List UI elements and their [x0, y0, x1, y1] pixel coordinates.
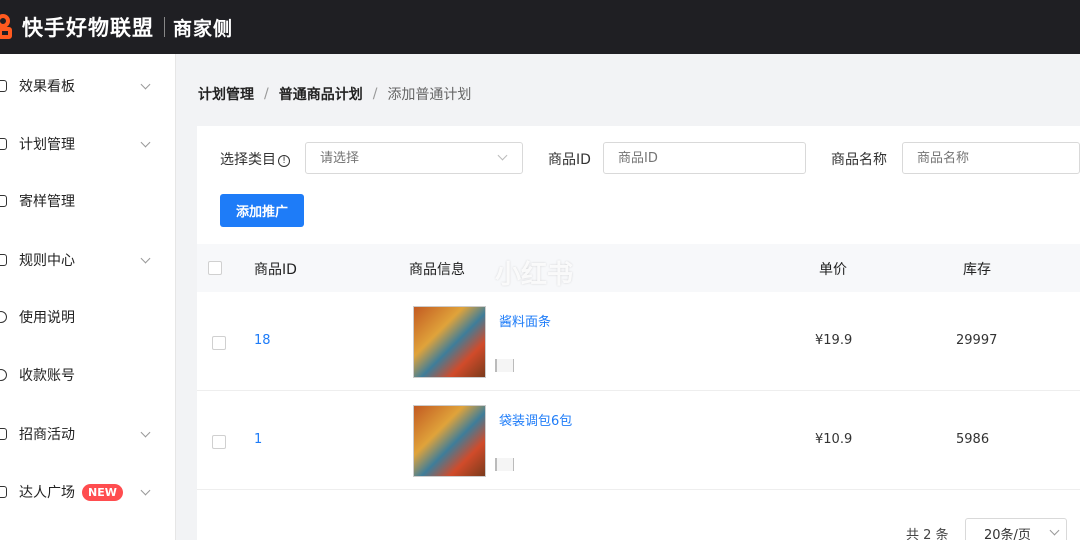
rules-icon — [0, 254, 7, 266]
sidebar-item-samples[interactable]: 寄样管理 — [0, 181, 176, 221]
breadcrumb-current: 添加普通计划 — [387, 87, 472, 103]
category-select[interactable] — [305, 142, 523, 174]
product-name-label: 商品名称 — [831, 152, 887, 168]
table-row: 1 袋装调包6包 ¥10.9 5986 — [197, 392, 1080, 490]
column-header-price: 单价 — [819, 262, 847, 278]
sidebar-item-help[interactable]: 使用说明 — [0, 297, 176, 337]
column-header-stock: 库存 — [963, 262, 991, 278]
breadcrumb-separator: / — [264, 86, 269, 102]
column-header-product-info: 商品信息 — [409, 262, 465, 278]
plan-icon — [0, 138, 7, 150]
product-price: ¥19.9 — [815, 333, 853, 348]
chevron-down-icon — [140, 485, 151, 495]
chevron-down-icon — [140, 79, 151, 89]
product-stock: 29997 — [956, 333, 998, 348]
sidebar-item-account[interactable]: 收款账号 — [0, 355, 176, 395]
column-header-product-id: 商品ID — [254, 262, 297, 278]
sidebar-item-dashboard[interactable]: 效果看板 — [0, 66, 176, 106]
info-icon[interactable]: ! — [278, 155, 290, 167]
sidebar-item-label: 效果看板 — [19, 79, 75, 95]
breadcrumb-plan-management[interactable]: 计划管理 — [198, 84, 254, 104]
help-icon — [0, 311, 7, 323]
product-thumbnail[interactable] — [413, 405, 486, 477]
product-id-input[interactable] — [603, 142, 806, 174]
add-promotion-button[interactable]: 添加推广 — [220, 194, 304, 227]
product-stock: 5986 — [956, 432, 990, 447]
chart-icon — [0, 80, 7, 92]
product-tag — [495, 359, 514, 372]
breadcrumb-normal-plan[interactable]: 普通商品计划 — [279, 84, 363, 104]
product-id-link[interactable]: 18 — [254, 333, 271, 348]
sidebar-item-rules[interactable]: 规则中心 — [0, 240, 176, 280]
brand-name: 快手好物联盟 — [22, 16, 154, 40]
product-name-link[interactable]: 酱料面条 — [499, 311, 735, 335]
activity-icon — [0, 428, 7, 440]
sample-icon — [0, 195, 7, 207]
creator-icon — [0, 486, 7, 498]
new-badge: NEW — [82, 483, 123, 501]
sidebar-item-label: 寄样管理 — [19, 194, 75, 210]
sidebar-item-label: 收款账号 — [19, 368, 75, 384]
product-thumbnail[interactable] — [413, 306, 486, 378]
sidebar-item-plan[interactable]: 计划管理 — [0, 124, 176, 164]
row-checkbox[interactable] — [212, 435, 226, 449]
brand-divider — [164, 17, 165, 37]
table-row: 18 酱料面条 ¥19.9 29997 — [197, 293, 1080, 391]
sidebar-item-label: 使用说明 — [19, 310, 75, 326]
breadcrumb-separator: / — [372, 86, 378, 102]
chevron-down-icon — [140, 427, 151, 437]
product-tag — [495, 458, 514, 471]
select-all-checkbox[interactable] — [208, 261, 222, 275]
pagination-total: 共 2 条 — [906, 528, 949, 540]
product-id-link[interactable]: 1 — [254, 432, 262, 447]
sidebar-item-creators[interactable]: 达人广场 NEW — [0, 472, 176, 512]
account-icon — [0, 369, 7, 381]
top-bar: 快手好物联盟 商家侧 — [0, 0, 1080, 54]
product-name-input[interactable] — [902, 142, 1080, 174]
sidebar-item-label: 计划管理 — [19, 137, 75, 153]
product-id-label: 商品ID — [548, 152, 591, 168]
sidebar-item-label: 规则中心 — [19, 253, 75, 269]
sidebar-item-label: 达人广场 — [19, 485, 75, 501]
kuaishou-logo-icon — [0, 14, 18, 40]
category-label: 选择类目! — [220, 149, 290, 169]
watermark: 小红书 — [495, 260, 574, 290]
table-header: 商品ID 商品信息 单价 库存 — [197, 244, 1080, 292]
chevron-down-icon — [140, 253, 151, 263]
product-price: ¥10.9 — [815, 432, 853, 447]
sidebar-item-activity[interactable]: 招商活动 — [0, 414, 176, 454]
breadcrumb: 计划管理 / 普通商品计划 / 添加普通计划 — [198, 84, 471, 104]
brand-subtitle: 商家侧 — [173, 17, 234, 40]
row-checkbox[interactable] — [212, 336, 226, 350]
chevron-down-icon — [140, 137, 151, 147]
sidebar-item-label: 招商活动 — [19, 427, 75, 443]
product-name-link[interactable]: 袋装调包6包 — [499, 410, 735, 434]
sidebar: 效果看板 计划管理 寄样管理 规则中心 使用说明 收款账号 招商活动 达人广场 … — [0, 54, 176, 540]
